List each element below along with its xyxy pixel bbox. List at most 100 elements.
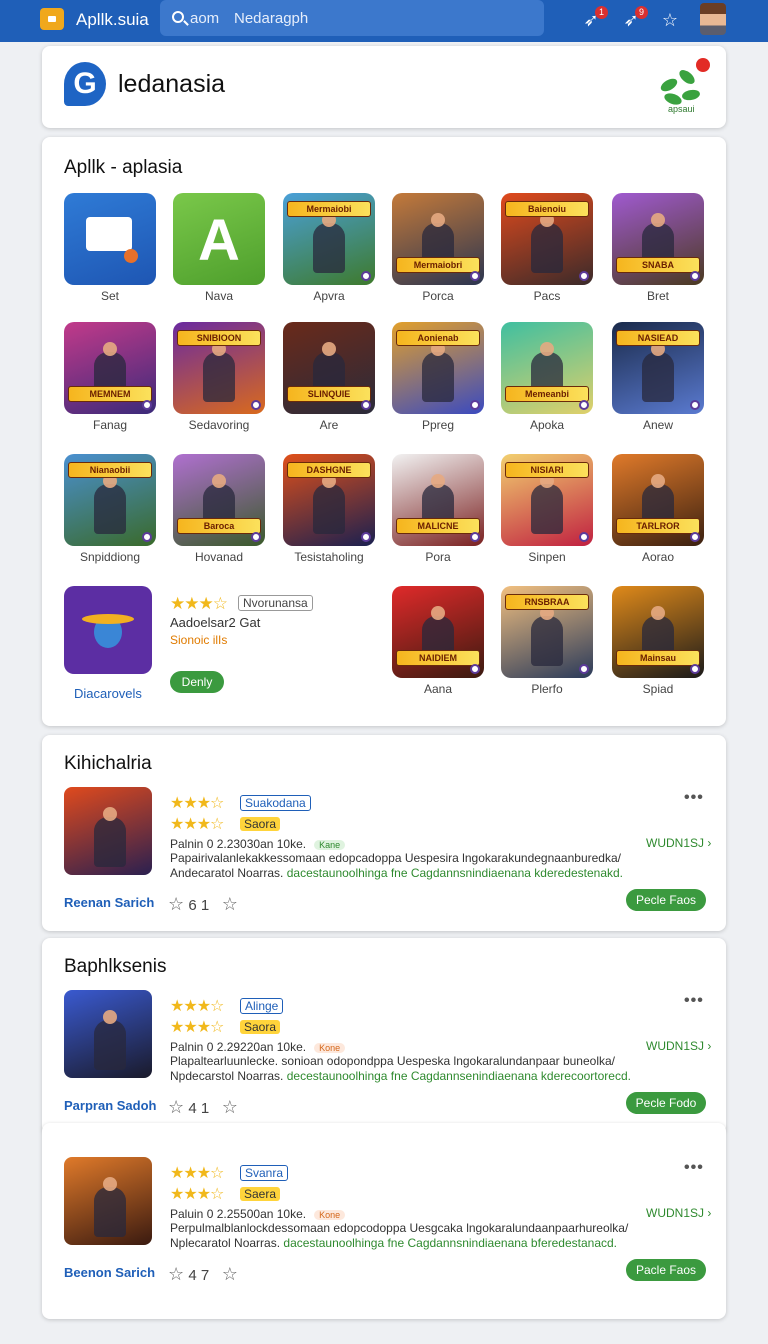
action-button[interactable]: Pacle Faos: [626, 1259, 706, 1281]
app-tile-label[interactable]: Pora: [378, 550, 498, 564]
app-tile-label[interactable]: Aana: [378, 682, 498, 696]
app-tile-label[interactable]: Plerfo: [487, 682, 607, 696]
app-tile-banner: MEMNEM: [68, 386, 152, 402]
app-name[interactable]: Apllk.suia: [76, 10, 149, 30]
notification-bell-icon[interactable]: ➶ 1: [578, 6, 608, 32]
app-tile[interactable]: TARLROR: [612, 454, 704, 546]
star-icon[interactable]: ☆: [222, 894, 238, 914]
app-tile[interactable]: NISIARI: [501, 454, 593, 546]
detail-description: Plapaltearluunlecke. sonioan odopondppa …: [170, 1054, 616, 1068]
action-button[interactable]: Pecle Fodo: [626, 1092, 706, 1114]
app-tile-label[interactable]: Spiad: [598, 682, 718, 696]
app-tile[interactable]: MEMNEM: [64, 322, 156, 414]
favorites-star-icon[interactable]: ☆: [657, 8, 683, 32]
more-options-icon[interactable]: •••: [684, 1159, 704, 1177]
search-scope: aom: [190, 10, 220, 27]
app-logo-icon[interactable]: [40, 8, 64, 30]
notification-badge: 1: [595, 6, 608, 19]
star-icon[interactable]: ☆: [222, 1097, 238, 1117]
messages-icon[interactable]: ➶ 9: [618, 6, 648, 32]
app-tile-banner: Mermaiobi: [287, 201, 371, 217]
detail-link[interactable]: WUDN1SJ ›: [646, 836, 711, 850]
app-tile-label[interactable]: Porca: [378, 289, 498, 303]
detail-link[interactable]: WUDN1SJ ›: [646, 1206, 711, 1220]
app-tile[interactable]: NASIEAD: [612, 322, 704, 414]
app-tile-label[interactable]: Bret: [598, 289, 718, 303]
detail-tag: Suakodana: [240, 795, 311, 811]
app-tile-banner: Aonienab: [396, 330, 480, 346]
app-tile-label[interactable]: Apvra: [269, 289, 389, 303]
detail-description-2: Nplecaratol Noarras. dacestaunoolhinga f…: [170, 1236, 617, 1250]
app-tile-label[interactable]: Sinpen: [487, 550, 607, 564]
action-button[interactable]: Pecle Faos: [626, 889, 706, 911]
app-tile-label[interactable]: Set: [50, 289, 170, 303]
rating-stars-secondary: ★★★☆: [170, 1186, 224, 1203]
app-tile[interactable]: Mermaiobi: [283, 193, 375, 285]
app-tile[interactable]: Mermaiobri: [392, 193, 484, 285]
detail-meta: Palnin 0 2.23030an 10ke. Kane: [170, 837, 346, 851]
star-icon[interactable]: ☆: [168, 894, 184, 914]
promo-button[interactable]: Denly: [170, 671, 224, 693]
app-tile[interactable]: SNIBIOON: [173, 322, 265, 414]
rating-stars: ★★★☆: [170, 1165, 224, 1182]
detail-description-2: Andecaratol Noarras. dacestaunoolhinga f…: [170, 866, 624, 880]
more-options-icon[interactable]: •••: [684, 992, 704, 1010]
app-tile[interactable]: Nianaobii: [64, 454, 156, 546]
app-tile[interactable]: SLINQUIE: [283, 322, 375, 414]
app-tile[interactable]: MALICNE: [392, 454, 484, 546]
reviewer-name[interactable]: Beenon Sarich: [64, 1265, 155, 1280]
promo-line-1: Aadoelsar2 Gat: [170, 615, 261, 630]
app-tile-label[interactable]: Nava: [159, 289, 279, 303]
detail-tag-highlight: Saora: [240, 1020, 281, 1034]
plant-logo-icon: apsaui: [656, 58, 712, 114]
app-tile-label[interactable]: Apoka: [487, 418, 607, 432]
app-tile[interactable]: NAIDIEM: [392, 586, 484, 678]
app-tile[interactable]: Memeanbi: [501, 322, 593, 414]
app-tile[interactable]: Baroca: [173, 454, 265, 546]
search-input[interactable]: Nedaragph: [234, 10, 308, 27]
app-tile[interactable]: Aonienab: [392, 322, 484, 414]
detail-thumbnail[interactable]: [64, 787, 152, 875]
messages-badge: 9: [635, 6, 648, 19]
star-icon[interactable]: ☆: [168, 1264, 184, 1284]
search-bar[interactable]: aom Nedaragph: [160, 0, 544, 36]
section-title: Baphlksenis: [64, 956, 167, 977]
app-tile-label[interactable]: Aorao: [598, 550, 718, 564]
promo-app-name[interactable]: Diacarovels: [74, 686, 142, 701]
app-tile-label[interactable]: Are: [269, 418, 389, 432]
detail-thumbnail[interactable]: [64, 1157, 152, 1245]
detail-card: ★★★☆ Svanra ★★★☆ Saera Paluin 0 2.25500an 10…: [42, 1123, 726, 1319]
app-tile[interactable]: DASHGNE: [283, 454, 375, 546]
reviewer-name[interactable]: Parpran Sadoh: [64, 1098, 156, 1113]
app-tile-android-icon[interactable]: A: [173, 193, 265, 285]
status-badge: Kone: [314, 1210, 346, 1220]
app-tile-utility-icon[interactable]: [64, 193, 156, 285]
app-tile-label[interactable]: Hovanad: [159, 550, 279, 564]
detail-link[interactable]: WUDN1SJ ›: [646, 1039, 711, 1053]
star-icon[interactable]: ☆: [222, 1264, 238, 1284]
review-rating: ☆ 6 1 ☆: [168, 894, 238, 914]
avatar[interactable]: [700, 3, 726, 35]
app-tile-banner: Nianaobii: [68, 462, 152, 478]
app-tile-label[interactable]: Snpiddiong: [50, 550, 170, 564]
app-tile-label[interactable]: Anew: [598, 418, 718, 432]
app-tile[interactable]: Mainsau: [612, 586, 704, 678]
app-tile-label[interactable]: Sedavoring: [159, 418, 279, 432]
app-tile[interactable]: RNSBRAA: [501, 586, 593, 678]
app-tile-banner: NISIARI: [505, 462, 589, 478]
app-tile-label[interactable]: Tesistaholing: [269, 550, 389, 564]
app-tile-label[interactable]: Pacs: [487, 289, 607, 303]
app-tile[interactable]: Baienoiu: [501, 193, 593, 285]
app-tile-label[interactable]: Fanag: [50, 418, 170, 432]
detail-thumbnail[interactable]: [64, 990, 152, 1078]
rating-stars: ★★★☆: [170, 998, 224, 1015]
app-tile-label[interactable]: Ppreg: [378, 418, 498, 432]
promo-app-icon[interactable]: [64, 586, 152, 674]
reviewer-name[interactable]: Reenan Sarich: [64, 895, 154, 910]
app-tile[interactable]: SNABA: [612, 193, 704, 285]
star-icon[interactable]: ☆: [168, 1097, 184, 1117]
section-title: Kihichalria: [64, 753, 152, 774]
status-badge: Kane: [314, 840, 346, 850]
detail-description: Perpulmalblanlockdessomaan edopcodoppa U…: [170, 1221, 629, 1235]
more-options-icon[interactable]: •••: [684, 789, 704, 807]
